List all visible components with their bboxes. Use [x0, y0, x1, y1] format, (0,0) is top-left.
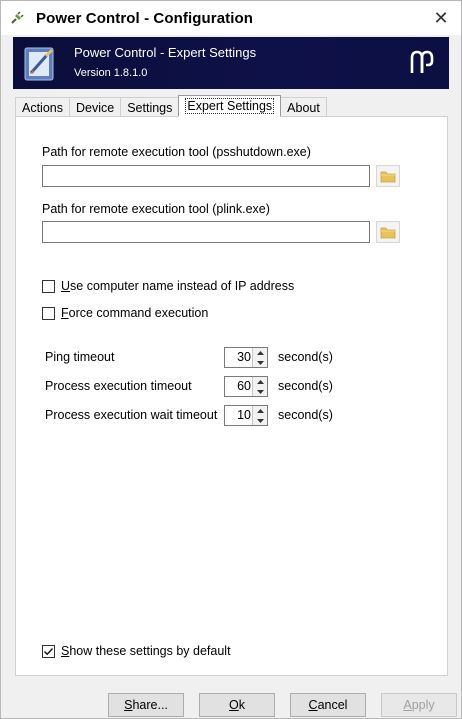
- mnemonic: C: [308, 698, 318, 712]
- power-plug-icon: [11, 11, 24, 24]
- process-timeout-spinner[interactable]: 60: [224, 376, 268, 397]
- tab-settings[interactable]: Settings: [120, 97, 180, 117]
- close-icon: ✕: [433, 7, 449, 28]
- tab-label: Settings: [127, 101, 173, 115]
- ping-timeout-label: Ping timeout: [45, 350, 115, 364]
- mnemonic: O: [229, 698, 239, 712]
- ping-timeout-spinner[interactable]: 30: [224, 347, 268, 368]
- mnemonic: F: [61, 306, 69, 320]
- mnemonic: A: [403, 698, 412, 712]
- spinner-arrows[interactable]: [252, 377, 267, 396]
- cancel-button[interactable]: Cancel: [290, 693, 366, 717]
- mnemonic: S: [124, 698, 133, 712]
- tab-label: Actions: [22, 101, 63, 115]
- version-label: Version 1.8.1.0: [74, 67, 148, 79]
- use-computer-name-label[interactable]: Use computer name instead of IP address: [61, 279, 294, 293]
- tab-label: Device: [76, 101, 115, 115]
- configuration-window: Power Control - Configuration ✕ Power Co…: [0, 0, 462, 719]
- wait-timeout-unit: second(s): [278, 408, 333, 422]
- label-text: se computer name instead of IP address: [70, 279, 295, 293]
- header-banner: Power Control - Expert Settings Version …: [13, 37, 449, 89]
- wait-timeout-spinner[interactable]: 10: [224, 405, 268, 426]
- arrow-up-icon[interactable]: [253, 377, 267, 386]
- button-label: hare...: [132, 698, 168, 712]
- tab-expert-settings[interactable]: Expert Settings: [178, 95, 282, 117]
- arrow-down-icon[interactable]: [253, 416, 267, 425]
- banner-title: Power Control - Expert Settings: [74, 45, 257, 60]
- wait-timeout-label: Process execution wait timeout: [45, 408, 218, 422]
- tab-actions[interactable]: Actions: [15, 97, 70, 117]
- spinner-value: 60: [237, 379, 251, 393]
- process-timeout-unit: second(s): [278, 379, 333, 393]
- tab-about[interactable]: About: [280, 97, 327, 117]
- tab-label: About: [287, 101, 320, 115]
- title-bar[interactable]: Power Control - Configuration ✕: [1, 1, 461, 35]
- browse-plink-button[interactable]: [376, 221, 400, 243]
- brand-logo-icon: [410, 50, 434, 73]
- arrow-down-icon[interactable]: [253, 358, 267, 367]
- arrow-down-icon[interactable]: [253, 387, 267, 396]
- force-command-label[interactable]: Force command execution: [61, 306, 208, 320]
- spinner-value: 10: [237, 408, 251, 422]
- psshutdown-path-input[interactable]: [42, 165, 370, 187]
- force-command-checkbox[interactable]: [42, 307, 55, 320]
- button-label: k: [238, 698, 245, 712]
- plink-path-label: Path for remote execution tool (plink.ex…: [42, 202, 270, 216]
- spinner-arrows[interactable]: [252, 406, 267, 425]
- folder-icon: [380, 227, 396, 238]
- tab-device[interactable]: Device: [69, 97, 122, 117]
- spinner-arrows[interactable]: [252, 348, 267, 367]
- folder-icon: [380, 171, 396, 182]
- window-title: Power Control - Configuration: [36, 10, 254, 27]
- show-default-checkbox[interactable]: [42, 645, 55, 658]
- close-button[interactable]: ✕: [421, 1, 461, 35]
- mnemonic: U: [61, 279, 71, 293]
- apply-button[interactable]: Apply: [381, 693, 457, 717]
- label-text: orce command execution: [68, 306, 209, 320]
- label-text: how these settings by default: [69, 644, 231, 658]
- button-label: ancel: [317, 698, 348, 712]
- psshutdown-path-label: Path for remote execution tool (psshutdo…: [42, 145, 311, 159]
- button-label: pply: [411, 698, 435, 712]
- show-default-label[interactable]: Show these settings by default: [61, 644, 231, 658]
- arrow-up-icon[interactable]: [253, 348, 267, 357]
- expert-settings-panel: Path for remote execution tool (psshutdo…: [15, 116, 448, 676]
- ok-button[interactable]: Ok: [199, 693, 275, 717]
- process-timeout-label: Process execution timeout: [45, 379, 192, 393]
- tab-strip: Actions Device Settings Expert Settings …: [15, 95, 327, 117]
- tab-label: Expert Settings: [185, 98, 275, 114]
- plink-path-input[interactable]: [42, 221, 370, 243]
- arrow-up-icon[interactable]: [253, 406, 267, 415]
- use-computer-name-checkbox[interactable]: [42, 280, 55, 293]
- share-button[interactable]: Share...: [108, 693, 184, 717]
- settings-document-icon: [24, 47, 54, 81]
- ping-timeout-unit: second(s): [278, 350, 333, 364]
- browse-psshutdown-button[interactable]: [376, 165, 400, 187]
- checkmark-icon: [44, 648, 54, 656]
- spinner-value: 30: [237, 350, 251, 364]
